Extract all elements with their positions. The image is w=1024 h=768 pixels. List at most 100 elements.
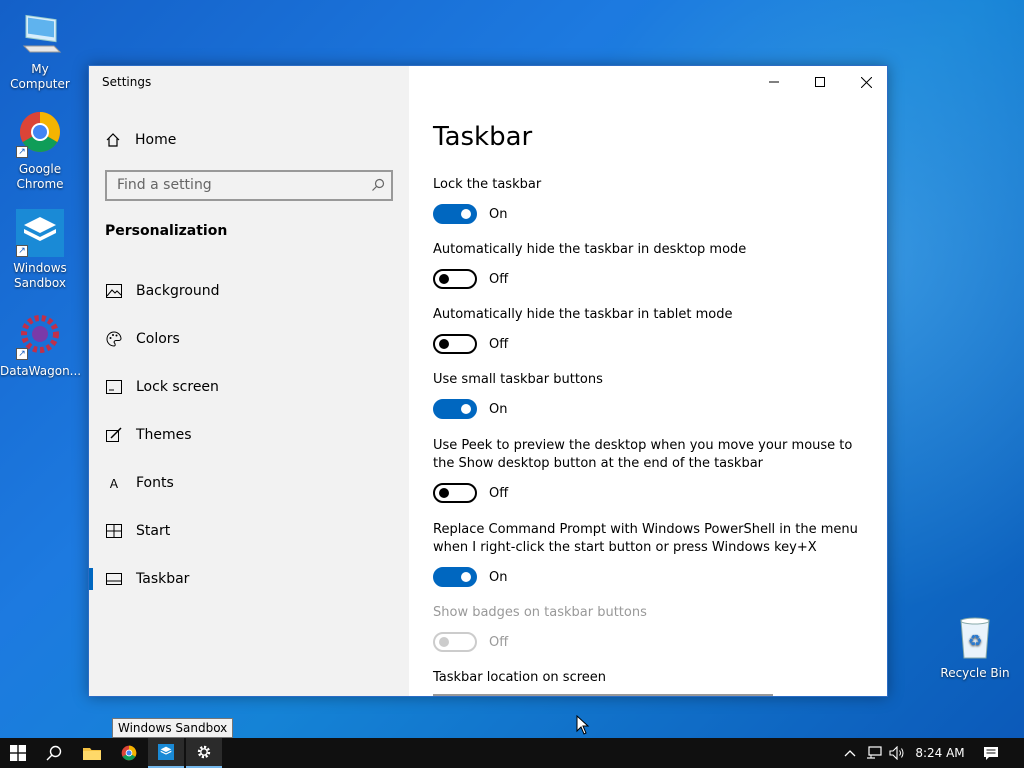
sidebar-item-label: Background [136,283,220,299]
sidebar-item-lock-screen[interactable]: Lock screen [89,367,409,407]
lock-taskbar-toggle[interactable]: On [433,204,507,224]
brush-icon [105,426,123,444]
search-placeholder: Find a setting [117,177,212,193]
sidebar-item-themes[interactable]: Themes [89,415,409,455]
toggle-state: On [489,401,508,417]
settings-content: Taskbar Lock the taskbar On Automaticall… [409,66,887,696]
toggle-switch[interactable] [433,269,477,289]
toggle-state: Off [489,336,509,352]
computer-icon [16,10,64,58]
taskbar-location-label: Taskbar location on screen [433,670,607,685]
nav-home[interactable]: Home [105,129,176,151]
toggle-state: Off [489,634,509,650]
minimize-button[interactable] [751,66,797,98]
shortcut-arrow-icon: ↗ [16,348,28,360]
toggle-state: Off [489,271,509,287]
close-button[interactable] [843,66,887,98]
toggle-switch[interactable] [433,204,477,224]
sidebar-item-label: Fonts [136,475,174,491]
close-icon [860,76,872,88]
picture-icon [105,282,123,300]
desktop-icon-label: Recycle Bin [940,666,1010,680]
toggle-switch[interactable] [433,567,477,587]
setting-lock-taskbar-label: Lock the taskbar [433,177,542,192]
toggle-switch[interactable] [433,399,477,419]
sidebar-item-label: Lock screen [136,379,219,395]
nav-home-label: Home [135,132,177,148]
sidebar-item-colors[interactable]: Colors [89,319,409,359]
taskbar-settings[interactable] [186,738,222,768]
setting-small-buttons-label: Use small taskbar buttons [433,372,603,387]
tray-network-button[interactable] [863,738,885,768]
palette-icon [105,330,123,348]
setting-autohide-desktop-label: Automatically hide the taskbar in deskto… [433,242,747,257]
powershell-toggle[interactable]: On [433,567,507,587]
lock-screen-icon [105,378,123,396]
datawagon-icon: ↗ [16,312,64,360]
taskbar-clock[interactable]: 8:24 AM [908,738,972,768]
sidebar-item-background[interactable]: Background [89,271,409,311]
chevron-up-icon [844,750,856,757]
shortcut-arrow-icon: ↗ [16,245,28,257]
toggle-switch[interactable] [433,483,477,503]
window-title: Settings [102,75,152,89]
sidebar-item-taskbar[interactable]: Taskbar [89,559,409,599]
taskbar: 8:24 AM [0,738,1024,768]
desktop-icon-label: My Computer [10,62,70,91]
desktop-icon-datawagon[interactable]: ↗ DataWagon... [0,312,82,379]
action-center-button[interactable] [978,738,1004,768]
settings-sidebar: Settings Home Find a setting Personaliza… [89,66,409,696]
start-button[interactable] [0,738,36,768]
toggle-switch [433,632,477,652]
network-icon [867,746,882,759]
desktop-icon-label: DataWagon... [0,364,82,378]
start-icon [105,522,123,540]
taskbar-tooltip: Windows Sandbox [112,718,234,738]
desktop-icon-my-computer[interactable]: My Computer [0,10,80,92]
autohide-tablet-toggle[interactable]: Off [433,334,508,354]
minimize-icon [769,81,779,83]
search-icon [372,178,385,191]
maximize-button[interactable] [797,66,843,98]
setting-autohide-tablet-label: Automatically hide the taskbar in tablet… [433,307,733,322]
windows-logo-icon [10,745,26,761]
desktop-icon-google-chrome[interactable]: ↗ Google Chrome [0,110,80,192]
sandbox-icon [158,744,174,760]
sidebar-item-label: Themes [136,427,192,443]
notification-icon [984,746,998,760]
desktop-icon-windows-sandbox[interactable]: ↗ Windows Sandbox [0,209,80,291]
desktop-icon-label: Windows Sandbox [13,261,67,290]
chrome-icon: ↗ [16,110,64,158]
toggle-state: On [489,569,508,585]
taskbar-search-button[interactable] [36,738,72,768]
toggle-state: On [489,206,508,222]
setting-powershell-label: Replace Command Prompt with Windows Powe… [433,522,858,555]
setting-badges-label: Show badges on taskbar buttons [433,605,647,620]
taskbar-chrome[interactable] [111,738,147,768]
sidebar-item-label: Taskbar [136,571,190,587]
taskbar-icon [105,570,123,588]
desktop-icon-label: Google Chrome [16,162,64,191]
chrome-icon [121,745,137,761]
small-buttons-toggle[interactable]: On [433,399,507,419]
recycle-bin-icon: ♻ [951,614,999,662]
desktop-icon-recycle-bin[interactable]: ♻ Recycle Bin [935,614,1015,681]
svg-text:♻: ♻ [968,631,982,650]
autohide-desktop-toggle[interactable]: Off [433,269,508,289]
search-icon [46,745,62,761]
sidebar-item-start[interactable]: Start [89,511,409,551]
tray-volume-button[interactable] [886,738,908,768]
font-icon: Ａ [107,476,120,491]
settings-window: Settings Home Find a setting Personaliza… [88,65,888,697]
search-input[interactable]: Find a setting [105,170,393,201]
sandbox-icon: ↗ [16,209,64,257]
shortcut-arrow-icon: ↗ [16,146,28,158]
sidebar-item-fonts[interactable]: Ａ Fonts [89,463,409,503]
taskbar-location-dropdown[interactable] [433,694,773,696]
taskbar-windows-sandbox[interactable] [148,738,184,768]
tray-overflow-button[interactable] [840,738,860,768]
toggle-switch[interactable] [433,334,477,354]
maximize-icon [815,77,825,87]
peek-toggle[interactable]: Off [433,483,508,503]
taskbar-file-explorer[interactable] [74,738,110,768]
